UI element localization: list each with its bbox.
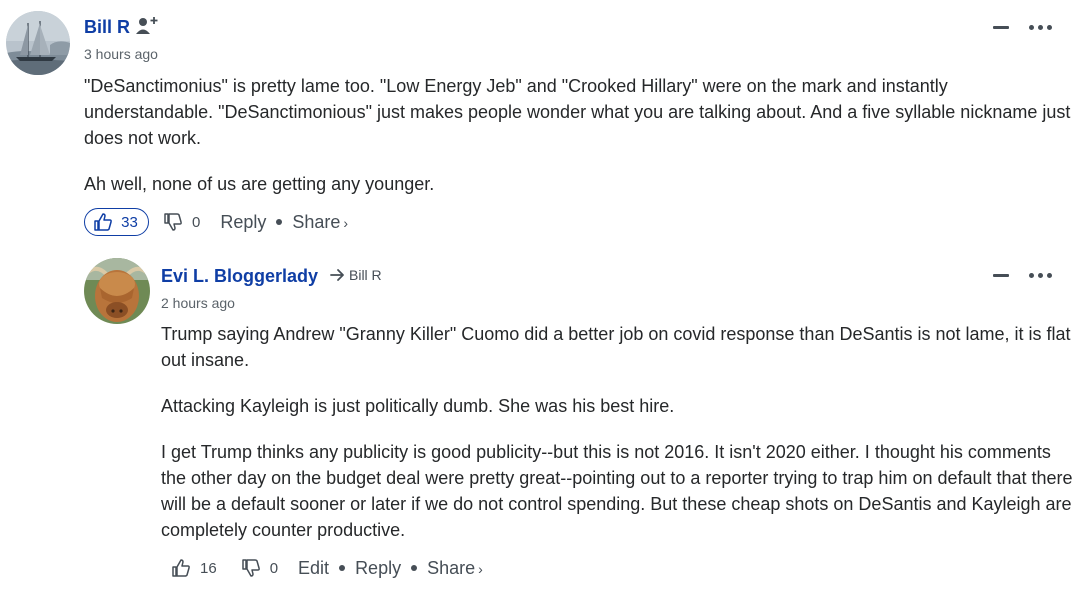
highland-cow-avatar-image [84,258,150,324]
chevron-right-icon: › [343,214,349,231]
comment-paragraph: Trump saying Andrew "Granny Killer" Cuom… [161,324,1071,370]
more-options-button[interactable] [1025,266,1055,284]
follow-user-glyph [136,17,158,34]
minus-icon [993,25,1009,29]
comment-actions: 16 0 Edit Reply Share › [171,554,483,582]
author-name[interactable]: Evi L. Bloggerlady [161,265,318,287]
reply-arrow-icon [330,269,344,281]
reply-button[interactable]: Reply [355,558,401,579]
thumbs-down-icon [164,213,182,231]
more-dots-icon [1028,24,1052,30]
edit-button[interactable]: Edit [298,558,329,579]
dislike-count: 0 [192,213,201,231]
more-options-button[interactable] [1025,18,1055,36]
separator-dot [339,565,346,571]
like-button[interactable]: 33 [84,208,149,236]
follow-user-icon[interactable] [135,14,159,38]
thumbs-up-icon [172,559,190,577]
sailboat-avatar-image [6,11,70,75]
comment-paragraph: I get Trump thinks any publicity is good… [161,442,1073,540]
comment-paragraph: "DeSanctimonius" is pretty lame too. "Lo… [84,76,1071,148]
author-name[interactable]: Bill R [84,16,130,38]
timestamp: 3 hours ago [84,46,158,62]
like-button[interactable]: 16 [171,558,217,578]
dislike-button[interactable]: 0 [241,558,278,578]
collapse-button[interactable] [990,18,1012,36]
avatar-bill-r[interactable] [6,11,70,75]
share-label: Share [427,557,476,578]
share-button[interactable]: Share › [292,212,348,233]
comment-paragraph: Attacking Kayleigh is just politically d… [161,396,675,416]
comment-paragraph: Ah well, none of us are getting any youn… [84,174,435,194]
reply-to-name: Bill R [349,267,382,283]
more-dots-icon [1028,272,1052,278]
reply-to-indicator[interactable]: Bill R [330,267,382,283]
comment-body: Trump saying Andrew "Granny Killer" Cuom… [161,321,1079,543]
dislike-count: 0 [269,559,279,577]
reply-button[interactable]: Reply [220,212,266,233]
separator-dot [276,219,283,225]
like-count: 33 [121,213,138,231]
dislike-button[interactable]: 0 [163,212,200,232]
timestamp: 2 hours ago [161,295,235,311]
thumbs-up-icon [94,213,113,231]
share-button[interactable]: Share › [427,558,483,579]
thumbs-down-icon [241,559,260,577]
collapse-button[interactable] [990,266,1012,284]
avatar-evi-l-bloggerlady[interactable] [84,258,150,324]
like-count: 16 [200,559,217,577]
separator-dot [411,565,418,571]
share-label: Share [292,211,341,232]
comment-body: "DeSanctimonius" is pretty lame too. "Lo… [84,73,1079,197]
chevron-right-icon: › [478,560,483,577]
minus-icon [993,273,1009,277]
comment-actions: 33 0 Reply Share › [84,207,348,237]
